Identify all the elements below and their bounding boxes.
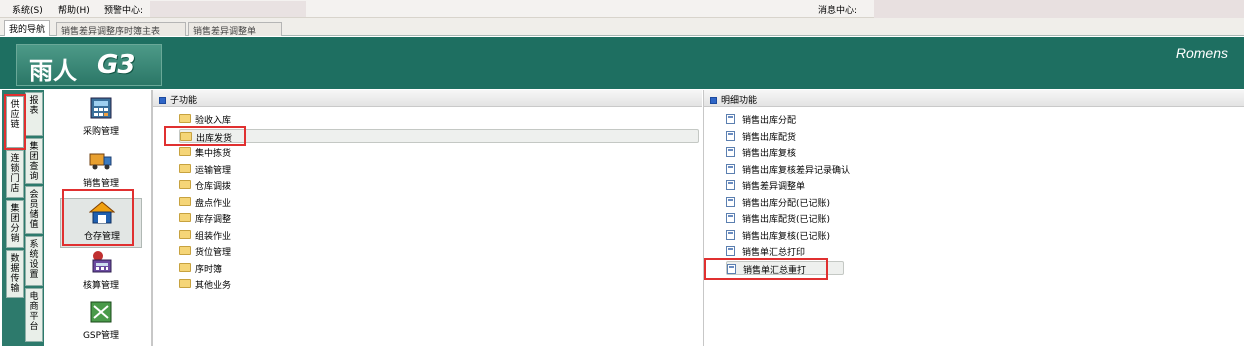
folder-icon <box>179 114 191 123</box>
function-item-label: 货位管理 <box>195 248 232 258</box>
function-item-label: 仓库调拨 <box>195 182 232 192</box>
vtab-ecommerce[interactable]: 电商平台 <box>25 288 43 342</box>
vtab-system-settings[interactable]: 系统设置 <box>25 236 43 286</box>
vtab-label: 集团查询 <box>29 142 39 182</box>
function-item-label: 序时簿 <box>195 264 223 275</box>
warning-center-field <box>150 1 306 17</box>
document-icon <box>726 147 735 157</box>
logo-g3: G3 <box>97 50 135 80</box>
vtab-data-transfer[interactable]: 数据传输 <box>6 250 24 298</box>
folder-icon <box>179 262 191 272</box>
function-item-label: 销售出库复核差异记录确认 <box>742 165 851 176</box>
document-icon <box>726 180 735 190</box>
highlight-box-outbound <box>164 126 246 146</box>
menu-system[interactable]: 系统(S) <box>12 3 43 16</box>
function-item-label: 销售差异调整单 <box>742 182 806 192</box>
document-icon <box>726 114 735 124</box>
vtab-label: 电商平台 <box>29 292 39 332</box>
module-gsp[interactable]: GSP管理 <box>60 298 142 346</box>
document-icon <box>726 246 735 256</box>
panel-title: 子功能 <box>170 96 198 106</box>
function-item-label: 销售出库复核 <box>742 149 797 159</box>
document-icon <box>726 229 735 240</box>
vtab-chain-store[interactable]: 连锁门店 <box>6 150 24 198</box>
document-icon <box>726 196 735 207</box>
document-icon <box>726 213 735 223</box>
tab-sales-diff-doc[interactable]: 销售差异调整单 <box>188 22 282 37</box>
vtab-label: 系统设置 <box>29 240 39 280</box>
function-item-label: 库存调整 <box>195 215 232 225</box>
panel-title: 明细功能 <box>721 96 758 106</box>
function-item-label: 其他业务 <box>195 281 232 291</box>
function-item-label: 盘点作业 <box>195 198 232 209</box>
logo-text: 雨人 <box>29 57 77 85</box>
detail-function-panel: 明细功能 销售出库分配 销售出库配货 销售出库复核销售出库复核差异记录确认 销售差异调… <box>703 90 1244 346</box>
highlight-box-warehouse <box>62 189 134 246</box>
function-item-label: 销售出库分配 <box>742 116 797 126</box>
vtab-label: 连锁门店 <box>10 154 20 194</box>
vtab-label: 报表 <box>29 96 39 116</box>
menu-bar: 系统(S) 帮助(H) 预警中心: 消息中心: <box>0 0 1244 18</box>
folder-icon <box>179 279 191 288</box>
sub-function-header: 子功能 <box>153 90 702 107</box>
message-center-label: 消息中心: <box>818 6 858 16</box>
function-item-label: 销售出库分配(已记账) <box>742 198 831 209</box>
function-item-label: 运输管理 <box>195 165 232 176</box>
menu-help[interactable]: 帮助(H) <box>58 3 90 16</box>
module-label: 销售管理 <box>82 179 119 189</box>
folder-icon <box>179 180 191 189</box>
vtab-member-stored-value[interactable]: 会员储值 <box>25 186 43 234</box>
module-label: 核算管理 <box>82 281 119 291</box>
folder-icon <box>179 147 191 156</box>
module-label: 采购管理 <box>82 127 119 137</box>
module-purchase[interactable]: 采购管理 <box>60 94 142 144</box>
folder-icon <box>179 229 191 239</box>
vtab-group-distribution[interactable]: 集团分销 <box>6 200 24 248</box>
function-item-label: 销售出库配货 <box>742 132 797 143</box>
vtab-label: 会员储值 <box>29 190 39 230</box>
folder-icon <box>179 213 191 222</box>
brand-name: Romens <box>1175 45 1228 61</box>
vtab-reports[interactable]: 报表 <box>25 92 43 136</box>
folder-icon <box>179 246 191 255</box>
header-bullet-icon <box>710 97 717 104</box>
tab-sales-diff-list[interactable]: 销售差异调整序时簿主表 <box>56 22 186 37</box>
vtab-label: 集团分销 <box>10 204 20 244</box>
function-item-label: 组装作业 <box>195 231 232 242</box>
vtab-group-query[interactable]: 集团查询 <box>25 138 43 184</box>
function-item-label: 销售出库复核(已记账) <box>742 231 831 242</box>
tab-bar: 我的导航 销售差异调整序时簿主表 销售差异调整单 <box>0 18 1244 37</box>
function-item-label: 销售出库配货(已记账) <box>742 215 831 225</box>
tab-my-navigation[interactable]: 我的导航 <box>4 20 51 36</box>
detail-function-header: 明细功能 <box>704 90 1244 107</box>
warning-center-label: 预警中心: <box>104 6 144 16</box>
folder-icon <box>179 196 191 206</box>
module-accounting[interactable]: 核算管理 <box>60 248 142 298</box>
delivery-truck-icon <box>89 153 112 170</box>
function-item-label: 集中拣货 <box>195 149 232 159</box>
function-item-label: 销售单汇总打印 <box>742 248 806 258</box>
folder-icon <box>179 163 191 173</box>
document-icon <box>726 130 735 141</box>
highlight-box-reprint <box>704 258 828 280</box>
module-label: GSP管理 <box>82 331 120 341</box>
gsp-icon <box>90 301 112 323</box>
purchase-icon <box>90 97 112 119</box>
calculator-icon <box>92 251 112 273</box>
function-item[interactable]: 出库发货 <box>179 128 699 144</box>
function-item-label: 验收入库 <box>195 116 232 126</box>
header-banner: 雨人 G3 Romens <box>0 37 1244 89</box>
app-logo: 雨人 G3 <box>16 44 162 86</box>
message-center-field <box>874 0 1244 18</box>
document-icon <box>726 163 735 174</box>
header-bullet-icon <box>159 97 166 104</box>
vtab-label: 数据传输 <box>10 254 20 294</box>
highlight-box-supply-chain <box>4 94 26 150</box>
